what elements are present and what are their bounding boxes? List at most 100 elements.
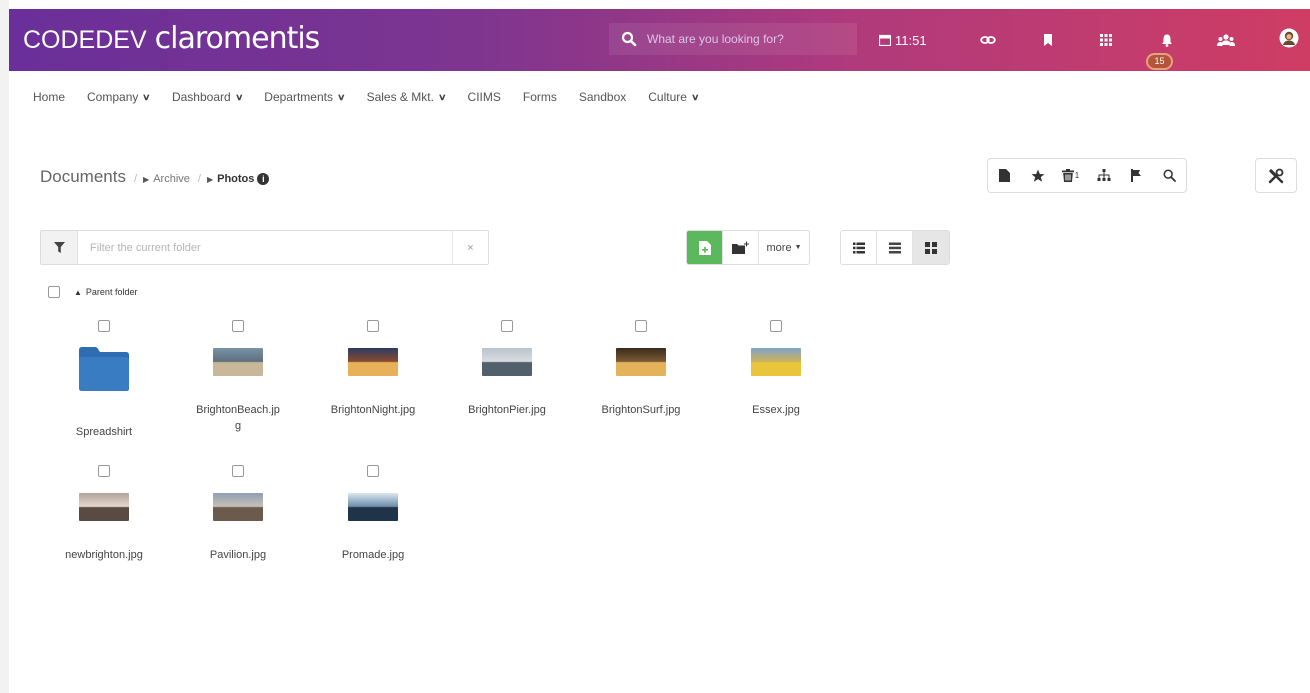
flag-icon [1131, 169, 1141, 182]
breadcrumb-photos: Photos [217, 173, 255, 185]
more-dropdown[interactable]: more ▼ [759, 231, 809, 264]
item-name[interactable]: BrightonBeach.jp g [170, 402, 306, 434]
main-nav: Home Company ∨ Dashboard ∨ Departments ∨ Sales … [33, 88, 721, 106]
file-item[interactable]: newbrighton.jpg [36, 465, 172, 585]
avatar-icon [1279, 28, 1299, 48]
nav-item-sandbox[interactable]: Sandbox [579, 88, 626, 106]
file-item[interactable]: BrightonNight.jpg [305, 320, 441, 440]
item-name[interactable]: Promade.jpg [305, 547, 441, 563]
breadcrumb-documents[interactable]: Documents [40, 167, 126, 187]
filter-icon[interactable] [41, 231, 78, 264]
clear-filter-button[interactable]: × [452, 231, 488, 264]
nav-item-departments[interactable]: Departments ∨ [264, 88, 346, 106]
user-avatar[interactable] [1279, 27, 1299, 49]
more-label: more [766, 241, 792, 254]
chevron-down-icon: ∨ [234, 91, 244, 102]
item-checkbox[interactable] [770, 320, 782, 332]
new-folder-button[interactable] [723, 231, 759, 264]
nav-item-label: CIIMS [467, 90, 501, 104]
search-documents-button[interactable] [1153, 159, 1186, 192]
folder-item[interactable]: Spreadshirt [36, 320, 172, 440]
people-button[interactable] [1217, 29, 1235, 51]
top-bar: CODEDEV claromentis 11:51 [9, 9, 1310, 71]
grid-view-button[interactable] [913, 231, 949, 264]
nav-item-label: Sales & Mkt. [366, 90, 434, 104]
file-item[interactable]: BrightonSurf.jpg [573, 320, 709, 440]
file-item[interactable]: Essex.jpg [708, 320, 844, 440]
item-name[interactable]: BrightonPier.jpg [439, 402, 575, 418]
view-mode-group [840, 230, 950, 265]
item-checkbox[interactable] [367, 465, 379, 477]
parent-folder-link[interactable]: Parent folder [86, 287, 138, 297]
breadcrumb-separator: / [197, 173, 201, 185]
file-item[interactable]: Pavilion.jpg [170, 465, 306, 585]
list-view-button[interactable] [841, 231, 877, 264]
nav-item-label: Culture [648, 90, 687, 104]
sitemap-button[interactable] [1087, 159, 1120, 192]
item-checkbox[interactable] [635, 320, 647, 332]
photo-thumbnail [482, 348, 532, 376]
chevron-up-icon: ▲ [74, 287, 82, 297]
breadcrumb-archive[interactable]: Archive [153, 173, 190, 185]
item-name[interactable]: newbrighton.jpg [36, 547, 172, 563]
item-name-line: BrightonBeach.jp [196, 404, 280, 416]
item-name[interactable]: BrightonNight.jpg [305, 402, 441, 418]
nav-item-dashboard[interactable]: Dashboard ∨ [172, 88, 244, 106]
filter-input[interactable] [78, 241, 452, 254]
grid-icon [1100, 34, 1112, 46]
file-item[interactable]: BrightonPier.jpg [439, 320, 575, 440]
rows-icon [888, 242, 901, 253]
item-checkbox[interactable] [98, 320, 110, 332]
photo-thumbnail [348, 348, 398, 376]
item-name[interactable]: BrightonSurf.jpg [573, 402, 709, 418]
flags-button[interactable] [1120, 159, 1153, 192]
nav-item-forms[interactable]: Forms [523, 88, 557, 106]
recycle-bin-button[interactable]: 1 [1054, 159, 1087, 192]
new-document-button[interactable] [988, 159, 1021, 192]
logo[interactable]: CODEDEV claromentis [23, 21, 320, 56]
item-checkbox[interactable] [98, 465, 110, 477]
bookmarks-button[interactable] [1043, 29, 1053, 51]
sitemap-icon [1097, 169, 1110, 181]
global-search[interactable] [609, 23, 857, 55]
info-icon[interactable]: i [257, 173, 270, 185]
notification-badge: 15 [1146, 53, 1173, 70]
list-icon [852, 242, 865, 253]
item-checkbox[interactable] [367, 320, 379, 332]
nav-item-ciims[interactable]: CIIMS [468, 88, 501, 106]
chevron-down-icon: ∨ [142, 91, 151, 102]
chevron-down-icon: ∨ [336, 91, 346, 102]
item-checkbox[interactable] [232, 320, 244, 332]
nav-item-culture[interactable]: Culture ∨ [648, 88, 699, 106]
file-item[interactable]: BrightonBeach.jp g [170, 320, 306, 440]
item-checkbox[interactable] [501, 320, 513, 332]
calendar-time[interactable]: 11:51 [879, 29, 927, 51]
file-icon [999, 169, 1010, 182]
file-item[interactable]: Promade.jpg [305, 465, 441, 585]
breadcrumb: Documents / ▶ Archive / ▶ Photos i [40, 167, 270, 187]
nav-item-company[interactable]: Company ∨ [87, 88, 151, 106]
people-icon [1217, 33, 1235, 46]
detail-view-button[interactable] [877, 231, 913, 264]
global-search-input[interactable] [647, 32, 847, 46]
action-button-group: more ▼ [686, 230, 810, 265]
breadcrumb-separator: / [133, 173, 138, 185]
magnifier-icon [1163, 169, 1176, 182]
admin-tools-button[interactable] [1255, 158, 1297, 193]
caret-down-icon: ▼ [794, 244, 802, 251]
photo-thumbnail [79, 493, 129, 521]
links-button[interactable] [980, 29, 996, 51]
nav-item-sales-mkt[interactable]: Sales & Mkt. ∨ [366, 88, 447, 106]
document-toolbar: 1 [987, 158, 1187, 193]
item-name[interactable]: Essex.jpg [708, 402, 844, 418]
notifications-button[interactable] [1161, 29, 1173, 51]
apps-button[interactable] [1100, 29, 1112, 51]
favourites-button[interactable] [1021, 159, 1054, 192]
item-name[interactable]: Spreadshirt [36, 424, 172, 440]
item-checkbox[interactable] [232, 465, 244, 477]
nav-item-home[interactable]: Home [33, 88, 65, 106]
bell-icon [1162, 34, 1172, 47]
upload-file-button[interactable] [687, 231, 723, 264]
item-name[interactable]: Pavilion.jpg [170, 547, 306, 563]
select-all-checkbox[interactable] [48, 286, 60, 298]
